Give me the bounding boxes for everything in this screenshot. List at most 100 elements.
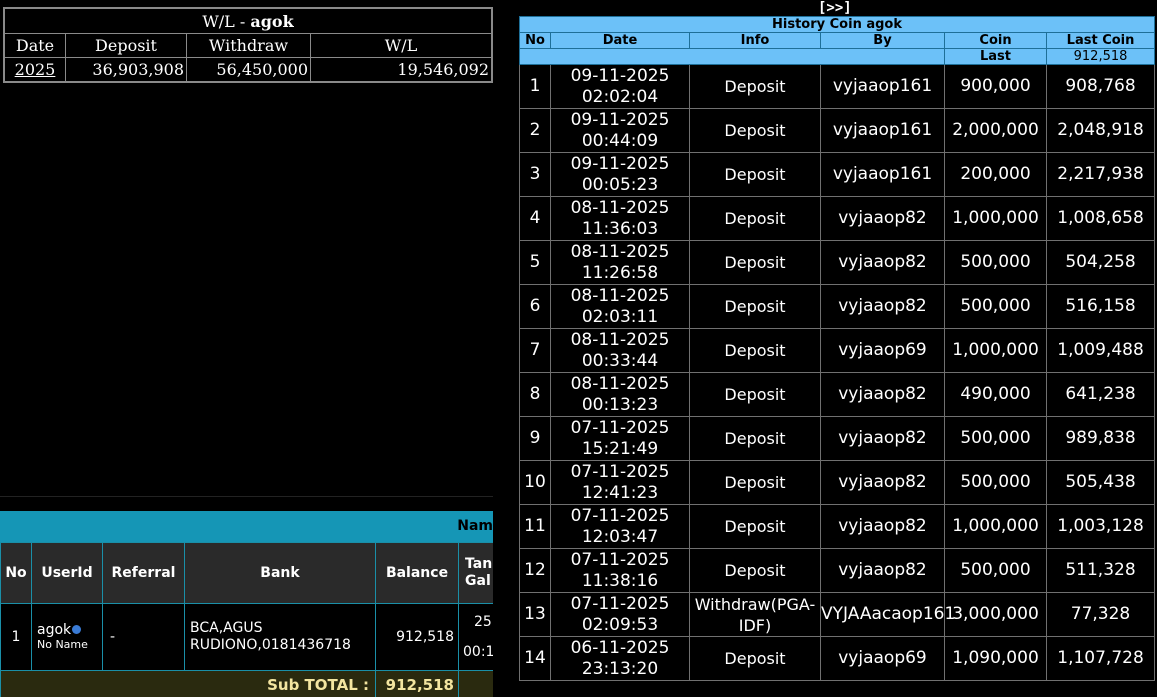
member-header-balance: Balance [375, 542, 459, 604]
history-row: 5 08-11-2025 11:26:58 Deposit vyjaaop82 500,0… [519, 240, 1156, 285]
history-cell-last-coin: 516,158 [1045, 284, 1156, 329]
wl-year-link[interactable]: 2025 [4, 57, 66, 82]
wl-table: W/L - agok Date Deposit Withdraw W/L 202… [4, 8, 492, 82]
history-row: 12 07-11-2025 11:38:16 Deposit vyjaaop82 500,… [519, 548, 1156, 593]
history-cell-date: 08-11-2025 00:33:44 [550, 328, 690, 373]
member-header-referral: Referral [102, 542, 185, 604]
history-cell-no: 9 [519, 416, 551, 461]
member-userid-link[interactable]: agok [37, 622, 71, 638]
history-cell-coin: 3,000,000 [944, 592, 1047, 637]
history-last-spacer [519, 48, 945, 65]
member-row-no: 1 [0, 603, 32, 671]
history-row: 10 07-11-2025 12:41:23 Deposit vyjaaop82 500,… [519, 460, 1156, 505]
history-cell-last-coin: 1,008,658 [1045, 196, 1156, 241]
history-cell-date: 08-11-2025 11:26:58 [550, 240, 690, 285]
history-cell-info: Deposit [689, 416, 821, 461]
history-cell-info: Deposit [689, 108, 821, 153]
history-cell-by: vyjaaop82 [820, 372, 945, 417]
history-cell-by: vyjaaop69 [820, 328, 945, 373]
history-cell-by: vyjaaop82 [820, 240, 945, 285]
history-cell-by: vyjaaop82 [820, 548, 945, 593]
history-row: 9 07-11-2025 15:21:49 Deposit vyjaaop82 500,0… [519, 416, 1156, 461]
history-table: History Coin agok No Date Info By Coin L… [518, 16, 1156, 681]
history-last-value: 912,518 [1045, 48, 1156, 65]
history-cell-last-coin: 2,217,938 [1045, 152, 1156, 197]
history-cell-date: 08-11-2025 00:13:23 [550, 372, 690, 417]
wl-header-date: Date [4, 33, 66, 58]
history-cell-coin: 2,000,000 [944, 108, 1047, 153]
member-balance: 912,518 [375, 603, 459, 671]
member-header-no: No [0, 542, 32, 604]
wl-summary-panel: W/L - agok Date Deposit Withdraw W/L 202… [3, 7, 493, 83]
history-cell-by: vyjaaop82 [820, 504, 945, 549]
history-cell-last-coin: 989,838 [1045, 416, 1156, 461]
history-row: 2 09-11-2025 00:44:09 Deposit vyjaaop161 2,00… [519, 108, 1156, 153]
history-cell-date: 07-11-2025 12:41:23 [550, 460, 690, 505]
history-cell-date: 07-11-2025 12:03:47 [550, 504, 690, 549]
history-row: 13 07-11-2025 02:09:53 Withdraw(PGA-IDF) VYJ… [519, 592, 1156, 637]
member-header-userid: UserId [31, 542, 103, 604]
history-cell-coin: 500,000 [944, 548, 1047, 593]
history-row: 8 08-11-2025 00:13:23 Deposit vyjaaop82 490,0… [519, 372, 1156, 417]
history-row: 6 08-11-2025 02:03:11 Deposit vyjaaop82 500,0… [519, 284, 1156, 329]
history-cell-info: Deposit [689, 636, 821, 681]
history-cell-info: Deposit [689, 460, 821, 505]
history-cell-by: vyjaaop161 [820, 64, 945, 109]
member-bar-label: Nam [457, 518, 493, 534]
history-cell-date: 08-11-2025 02:03:11 [550, 284, 690, 329]
history-cell-no: 1 [519, 64, 551, 109]
history-cell-info: Deposit [689, 328, 821, 373]
history-cell-info: Deposit [689, 372, 821, 417]
history-cell-date: 07-11-2025 02:09:53 [550, 592, 690, 637]
history-cell-info: Withdraw(PGA-IDF) [689, 592, 821, 637]
wl-withdraw-value: 56,450,000 [186, 57, 311, 82]
history-cell-by: vyjaaop69 [820, 636, 945, 681]
info-icon[interactable] [72, 624, 82, 634]
wl-header-withdraw: Withdraw [186, 33, 311, 58]
history-cell-last-coin: 2,048,918 [1045, 108, 1156, 153]
history-cell-coin: 500,000 [944, 460, 1047, 505]
history-cell-coin: 1,000,000 [944, 504, 1047, 549]
member-userid-cell[interactable]: agok No Name [31, 603, 103, 671]
history-cell-no: 2 [519, 108, 551, 153]
history-cell-coin: 500,000 [944, 416, 1047, 461]
history-header-info: Info [689, 32, 821, 49]
history-cell-last-coin: 908,768 [1045, 64, 1156, 109]
history-cell-no: 13 [519, 592, 551, 637]
history-cell-date: 09-11-2025 02:02:04 [550, 64, 690, 109]
history-cell-by: vyjaaop82 [820, 196, 945, 241]
history-cell-date: 07-11-2025 11:38:16 [550, 548, 690, 593]
history-cell-coin: 1,000,000 [944, 328, 1047, 373]
history-cell-info: Deposit [689, 284, 821, 329]
history-row: 1 09-11-2025 02:02:04 Deposit vyjaaop161 900,… [519, 64, 1156, 109]
subtotal-value: 912,518 [375, 670, 459, 697]
history-cell-last-coin: 641,238 [1045, 372, 1156, 417]
history-cell-by: vyjaaop82 [820, 416, 945, 461]
history-cell-info: Deposit [689, 240, 821, 285]
history-cell-last-coin: 1,009,488 [1045, 328, 1156, 373]
history-header-no: No [519, 32, 551, 49]
history-header-coin: Coin [944, 32, 1047, 49]
subtotal-empty [458, 670, 493, 697]
history-body: 1 09-11-2025 02:02:04 Deposit vyjaaop161 900,… [519, 64, 1156, 681]
wl-value: 19,546,092 [310, 57, 492, 82]
history-cell-no: 8 [519, 372, 551, 417]
history-cell-by: vyjaaop161 [820, 152, 945, 197]
next-page-link[interactable]: [>>] [818, 0, 852, 16]
history-cell-date: 09-11-2025 00:44:09 [550, 108, 690, 153]
history-cell-no: 7 [519, 328, 551, 373]
history-cell-last-coin: 504,258 [1045, 240, 1156, 285]
history-cell-no: 5 [519, 240, 551, 285]
wl-header-deposit: Deposit [65, 33, 187, 58]
history-row: 11 07-11-2025 12:03:47 Deposit vyjaaop82 1,00… [519, 504, 1156, 549]
history-title: History Coin agok [518, 16, 1156, 33]
history-cell-last-coin: 1,107,728 [1045, 636, 1156, 681]
wl-title: W/L - agok [4, 8, 492, 34]
history-cell-no: 10 [519, 460, 551, 505]
history-cell-by: vyjaaop82 [820, 284, 945, 329]
history-cell-coin: 900,000 [944, 64, 1047, 109]
history-row: 14 06-11-2025 23:13:20 Deposit vyjaaop69 1,09… [519, 636, 1156, 681]
history-row: 3 09-11-2025 00:05:23 Deposit vyjaaop161 200,… [519, 152, 1156, 197]
history-header-by: By [820, 32, 945, 49]
history-cell-coin: 200,000 [944, 152, 1047, 197]
